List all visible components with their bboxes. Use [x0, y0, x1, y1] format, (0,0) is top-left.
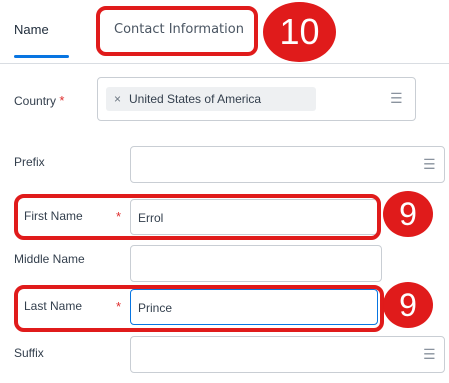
last-name-highlight-box [14, 285, 384, 332]
suffix-label: Suffix [14, 346, 44, 360]
prefix-input[interactable]: ☰ [130, 146, 445, 183]
country-label: Country * [14, 93, 64, 108]
prompt-list-icon[interactable]: ☰ [390, 91, 403, 105]
first-name-highlight-box [14, 194, 381, 240]
prompt-list-icon[interactable]: ☰ [423, 347, 436, 361]
prefix-label: Prefix [14, 155, 45, 169]
step-badge-tab: 10 [263, 2, 336, 62]
country-label-text: Country [14, 94, 57, 108]
suffix-input[interactable]: ☰ [130, 336, 445, 373]
country-value: United States of America [129, 92, 262, 106]
country-required-mark: * [59, 93, 65, 108]
middle-name-input[interactable] [130, 245, 382, 282]
tab-name[interactable]: Name [14, 22, 49, 37]
close-icon[interactable]: × [114, 92, 121, 106]
country-input[interactable]: × United States of America ☰ [97, 77, 416, 121]
prompt-list-icon[interactable]: ☰ [423, 157, 436, 171]
step-badge-last-name: 9 [383, 282, 433, 328]
tab-highlight-box [96, 6, 258, 56]
middle-name-label: Middle Name [14, 252, 85, 266]
active-tab-indicator [14, 55, 69, 58]
country-pill: × United States of America [106, 87, 316, 111]
tab-divider [0, 63, 449, 64]
step-badge-first-name: 9 [383, 191, 433, 237]
